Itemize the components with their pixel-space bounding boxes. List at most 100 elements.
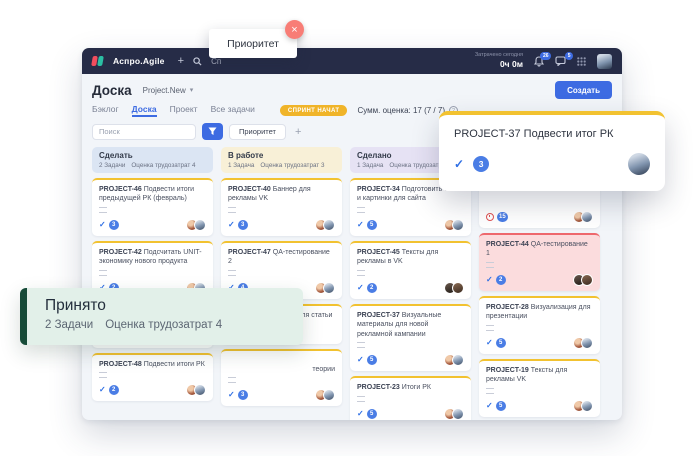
task-count-badge: 15 (497, 212, 508, 222)
task-count-badge: 3 (238, 220, 248, 230)
assignee-avatars (315, 389, 335, 401)
assignee-avatars (315, 282, 335, 294)
task-footer: ✓5 (486, 337, 593, 349)
column-header[interactable]: В работе 1 Задача Оценка трудозатрат 3 (221, 147, 342, 173)
description-icon (99, 270, 107, 276)
task-count-badge: 3 (473, 156, 489, 172)
task-card[interactable]: PROJECT-28 Визуализация для презентации✓… (479, 296, 600, 354)
description-icon (228, 270, 236, 276)
assignee-avatars (315, 219, 335, 231)
accepted-column-overlay: Принято 2 Задачи Оценка трудозатрат 4 (20, 288, 303, 345)
add-icon[interactable]: + (178, 56, 184, 67)
tab[interactable]: Проект (170, 104, 198, 117)
column-title: Сделать (99, 151, 206, 160)
task-popup[interactable]: PROJECT-37 Подвести итог РК ✓ 3 (439, 111, 665, 191)
description-icon (357, 270, 365, 276)
task-code: PROJECT-28 (486, 304, 531, 311)
accepted-estimate: Оценка трудозатрат 4 (105, 319, 222, 331)
tab[interactable]: Доска (132, 104, 157, 117)
task-title: PROJECT-47 QA-тестирование 2 (228, 248, 335, 267)
task-progress: ✓5 (357, 220, 377, 230)
check-icon: ✓ (486, 402, 493, 410)
funnel-icon (208, 127, 217, 136)
task-footer: ✓2 (486, 274, 593, 286)
task-footer: ✓3 (228, 389, 335, 401)
tab[interactable]: Все задачи (211, 104, 255, 117)
board-column: Сделать2 ЗадачиОценка трудозатрат 4 PROJE… (92, 147, 213, 401)
avatar (581, 337, 593, 349)
task-count-badge: 3 (109, 220, 119, 230)
avatar (323, 219, 335, 231)
column-title: В работе (228, 151, 335, 160)
deadline-alarm-icon (486, 213, 494, 221)
priority-filter-chip[interactable]: Приоритет (229, 124, 286, 140)
check-icon: ✓ (486, 276, 493, 284)
notifications-button[interactable]: 26 (534, 56, 544, 67)
task-title: PROJECT-37 Визуальные материалы для ново… (357, 311, 464, 339)
task-card[interactable]: PROJECT-45 Тексты для рекламы в VK✓2 (350, 241, 471, 299)
task-card[interactable]: PROJECT-46 Подвести итоги предыдущей РК … (92, 178, 213, 236)
task-count-badge: 5 (496, 401, 506, 411)
app-name: Аспро.Agile (113, 56, 165, 66)
task-count-badge: 5 (367, 409, 377, 419)
task-code: PROJECT-45 (357, 249, 402, 256)
messages-button[interactable]: 5 (555, 56, 566, 66)
task-card[interactable]: PROJECT-19 Тексты для рекламы VK ✓5 (479, 359, 600, 417)
assignee-avatars (573, 337, 593, 349)
task-code: PROJECT-47 (228, 249, 273, 256)
notifications-badge: 26 (540, 52, 551, 60)
description-icon (357, 342, 365, 348)
column-header[interactable]: Сделать2 ЗадачиОценка трудозатрат 4 (92, 147, 213, 173)
search-icon[interactable] (193, 57, 202, 66)
column-task-count: 1 Задача (228, 162, 254, 169)
assignee-avatars (444, 282, 464, 294)
task-code: PROJECT-19 (486, 367, 531, 374)
assignee-avatars (573, 274, 593, 286)
task-progress: ✓3 (228, 390, 248, 400)
task-code: PROJECT-42 (99, 249, 144, 256)
accepted-title: Принято (45, 297, 303, 315)
task-title: PROJECT-19 Тексты для рекламы VK (486, 366, 593, 385)
task-footer: ✓5 (357, 354, 464, 366)
description-icon (357, 396, 365, 402)
add-filter-button[interactable]: + (295, 126, 301, 138)
assignee-avatars (186, 384, 206, 396)
column-estimate: Оценка трудозатрат 3 (260, 162, 324, 169)
description-icon (228, 377, 236, 383)
task-code: PROJECT-34 (357, 186, 402, 193)
project-selector[interactable]: Project.New ▾ (143, 86, 194, 95)
task-title: теории (228, 356, 335, 374)
task-progress: ✓5 (486, 338, 506, 348)
navbar-right-cluster: Затрачено сегодня 0ч 0м 26 5 (475, 52, 612, 70)
search-placeholder: Поиск (99, 127, 120, 136)
assignee-avatars (573, 211, 593, 223)
time-tracker-value: 0ч 0м (475, 59, 523, 70)
create-button[interactable]: Создать (555, 81, 612, 99)
priority-tooltip: Приоритет (209, 29, 297, 58)
user-avatar[interactable] (597, 54, 612, 69)
close-button[interactable]: × (285, 20, 304, 39)
task-footer: ✓2 (357, 282, 464, 294)
task-card[interactable]: PROJECT-40 Баннер для рекламы VK✓3 (221, 178, 342, 236)
avatar (194, 384, 206, 396)
task-title: PROJECT-44 QA-тестирование 1 (486, 240, 593, 259)
check-icon: ✓ (228, 391, 235, 399)
avatar (628, 153, 650, 175)
task-progress: ✓5 (357, 409, 377, 419)
task-card[interactable]: PROJECT-23 Итоги РК✓5 (350, 376, 471, 420)
tab[interactable]: Бэклог (92, 104, 119, 117)
task-footer: ✓5 (357, 408, 464, 420)
apps-grid-button[interactable] (577, 57, 586, 66)
filter-button[interactable] (202, 123, 223, 140)
task-card[interactable]: PROJECT-37 Визуальные материалы для ново… (350, 304, 471, 371)
task-count-badge: 3 (238, 390, 248, 400)
search-input[interactable]: Поиск (92, 124, 196, 140)
task-count-badge: 2 (367, 283, 377, 293)
task-count-badge: 2 (496, 275, 506, 285)
task-code: PROJECT-48 (99, 361, 144, 368)
task-card[interactable]: теории ✓3 (221, 349, 342, 406)
description-icon (99, 207, 107, 213)
board-header: Доска Project.New ▾ Создать (92, 81, 612, 99)
task-card[interactable]: PROJECT-44 QA-тестирование 1 ✓2 (479, 233, 600, 291)
task-card[interactable]: PROJECT-48 Подвести итоги РК✓2 (92, 353, 213, 401)
